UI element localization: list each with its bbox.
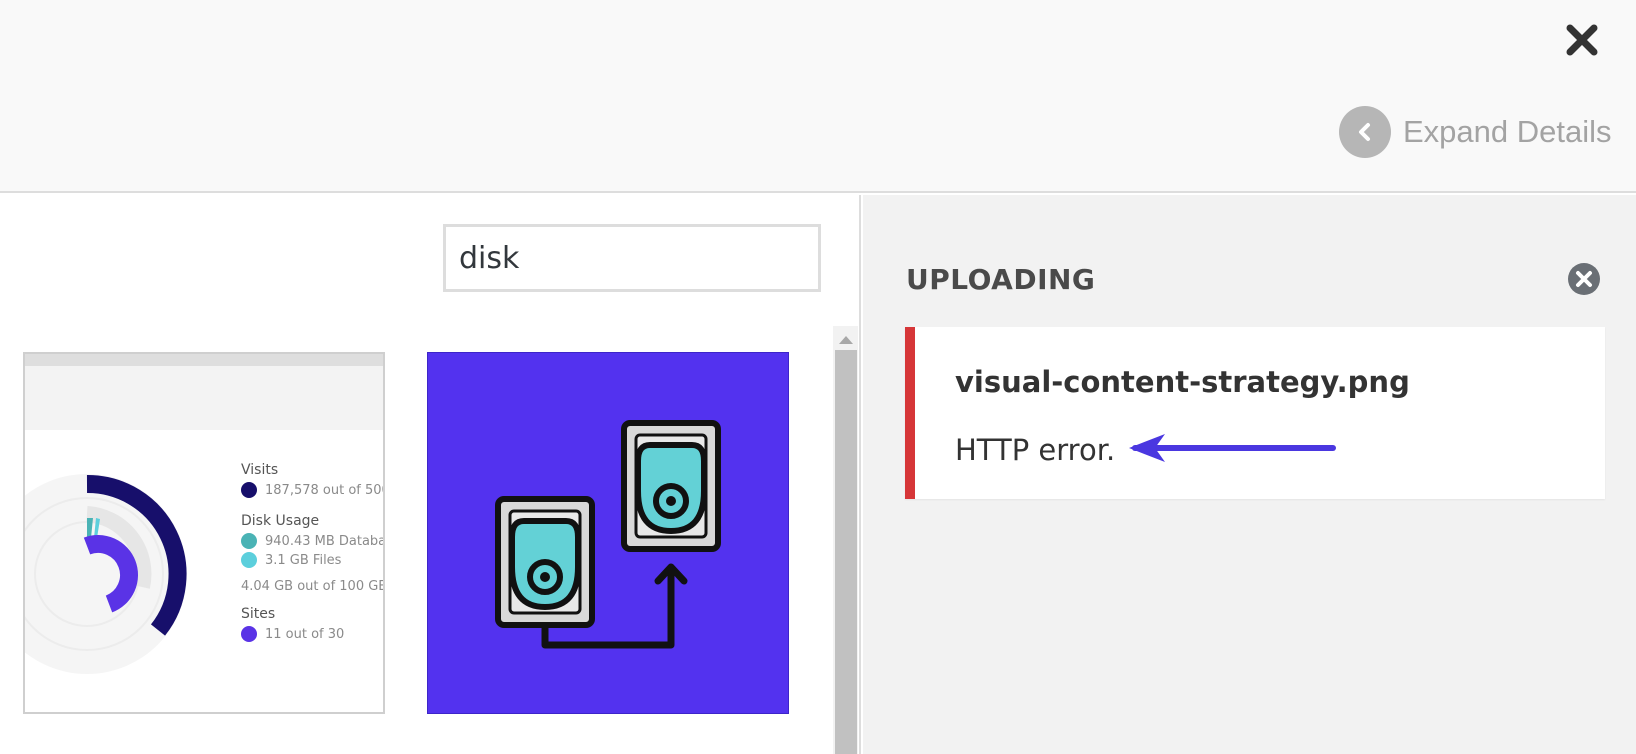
expand-details-label: Expand Details — [1403, 114, 1612, 149]
legend-sites-heading: Sites — [241, 606, 276, 622]
hard-drives-transfer-icon — [495, 420, 721, 649]
legend-visits-row: 187,578 out of 500 — [241, 482, 385, 498]
legend-files-value: 3.1 GB Files — [265, 552, 342, 568]
legend-database-value: 940.43 MB Databa — [265, 533, 385, 549]
usage-donut-chart — [25, 474, 187, 674]
upload-error-notice: visual-content-strategy.png HTTP error. — [905, 327, 1605, 499]
legend-visits-value: 187,578 out of 500 — [265, 482, 385, 498]
attachment-thumbnail-disk-transfer[interactable] — [427, 352, 789, 714]
media-modal-header: Expand Details — [0, 0, 1636, 193]
search-input[interactable] — [443, 224, 821, 292]
legend-database-row: 940.43 MB Databa — [241, 533, 385, 549]
uploading-title: UPLOADING — [906, 263, 1096, 296]
error-filename: visual-content-strategy.png — [955, 365, 1410, 399]
arrow-left-icon — [1129, 434, 1336, 462]
close-icon[interactable] — [1562, 20, 1602, 60]
database-dot-icon — [241, 533, 257, 549]
scrollbar[interactable] — [833, 326, 858, 754]
legend-sites-row: 11 out of 30 — [241, 626, 383, 642]
media-library-grid: Visits 187,578 out of 500 Disk Usage 940… — [0, 195, 861, 754]
legend-files-row: 3.1 GB Files — [241, 552, 383, 568]
upload-status-panel: UPLOADING visual-content-strategy.png HT… — [863, 195, 1636, 754]
error-message: HTTP error. — [955, 433, 1116, 467]
scroll-up-arrow-icon[interactable] — [839, 336, 853, 344]
thumbnail-header — [25, 366, 383, 430]
files-dot-icon — [241, 552, 257, 568]
attachment-thumbnail-dashboard[interactable]: Visits 187,578 out of 500 Disk Usage 940… — [23, 352, 385, 714]
dismiss-circle-icon[interactable] — [1567, 262, 1601, 296]
legend-disk-total: 4.04 GB out of 100 GB — [241, 579, 385, 594]
legend-disk-heading: Disk Usage — [241, 513, 320, 529]
usage-legend: Visits 187,578 out of 500 Disk Usage 940… — [241, 462, 385, 645]
expand-details-button[interactable]: Expand Details — [1339, 106, 1612, 158]
legend-sites-value: 11 out of 30 — [265, 626, 345, 642]
scrollbar-thumb[interactable] — [835, 350, 857, 754]
visits-dot-icon — [241, 482, 257, 498]
thumbnail-topbar — [25, 354, 383, 366]
sites-dot-icon — [241, 626, 257, 642]
legend-visits-heading: Visits — [241, 462, 279, 478]
chevron-left-icon — [1339, 106, 1391, 158]
